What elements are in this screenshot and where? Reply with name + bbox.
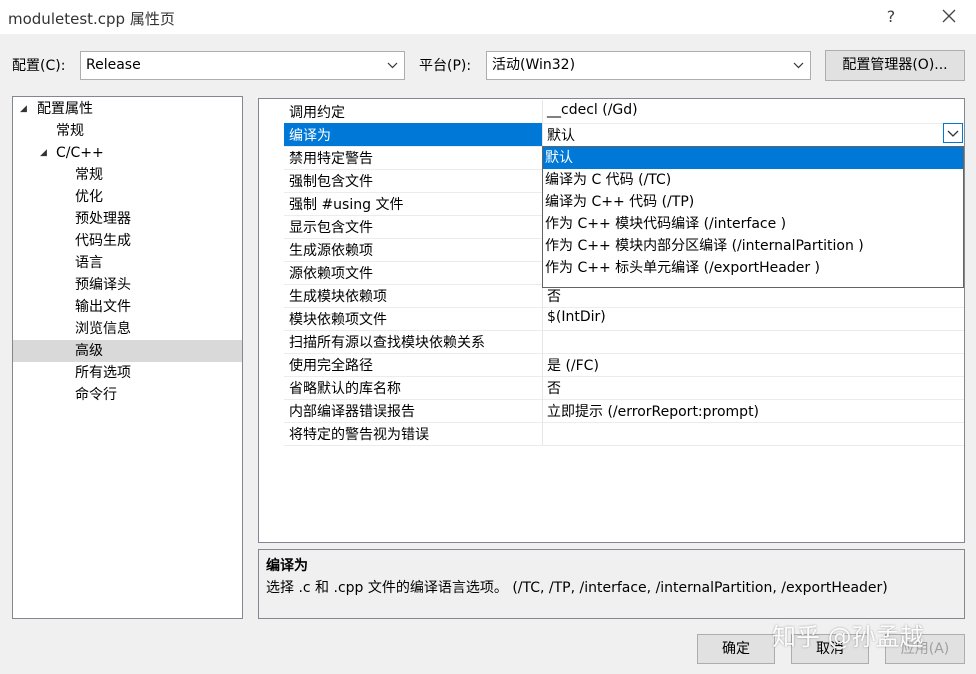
column-divider: [542, 422, 543, 445]
window-title: moduletest.cpp 属性页: [8, 10, 175, 28]
property-name: 生成模块依赖项: [289, 289, 387, 305]
column-divider: [542, 330, 543, 353]
grid-row[interactable]: 使用完全路径 是 (/FC): [284, 353, 964, 376]
dropdown-option-c[interactable]: 编译为 C 代码 (/TC): [543, 169, 963, 191]
tree-item-command-line[interactable]: 命令行: [75, 384, 117, 406]
column-divider: [542, 123, 543, 146]
dropdown-option-default[interactable]: 默认: [543, 147, 963, 169]
help-button[interactable]: ?: [878, 5, 904, 29]
column-divider: [542, 100, 543, 123]
column-divider: [542, 399, 543, 422]
property-name: 显示包含文件: [289, 220, 373, 236]
grid-row[interactable]: 调用约定 __cdecl (/Gd): [284, 100, 964, 123]
grid-row[interactable]: 模块依赖项文件 $(IntDir): [284, 307, 964, 330]
config-label: 配置(C):: [12, 58, 66, 74]
dropdown-option-export-header[interactable]: 作为 C++ 标头单元编译 (/exportHeader ): [543, 257, 963, 279]
property-name: 模块依赖项文件: [289, 312, 387, 328]
compile-as-dropdown-button[interactable]: [943, 123, 963, 143]
tree-item-output-files[interactable]: 输出文件: [75, 296, 131, 318]
tree-item-code-generation[interactable]: 代码生成: [75, 230, 131, 252]
chevron-down-icon: [387, 62, 398, 69]
tree-item-all-options[interactable]: 所有选项: [75, 362, 131, 384]
dropdown-option-interface[interactable]: 作为 C++ 模块代码编译 (/interface ): [543, 213, 963, 235]
tree-item-general[interactable]: 常规: [56, 120, 84, 142]
expand-triangle-icon[interactable]: ◢: [40, 148, 47, 158]
tree-item-cpp-general[interactable]: 常规: [75, 164, 103, 186]
config-select[interactable]: Release: [80, 51, 405, 80]
property-name: 源依赖项文件: [289, 266, 373, 282]
platform-select-value: 活动(Win32): [492, 57, 576, 73]
dropdown-option-internal-partition[interactable]: 作为 C++ 模块内部分区编译 (/internalPartition ): [543, 235, 963, 257]
grid-row[interactable]: 将特定的警告视为错误: [284, 422, 964, 445]
property-value[interactable]: 否: [547, 378, 561, 398]
property-name: 强制包含文件: [289, 174, 373, 190]
config-select-value: Release: [86, 57, 141, 73]
chevron-down-icon: [793, 62, 804, 69]
row-divider: [284, 445, 964, 446]
expand-triangle-icon[interactable]: ◢: [20, 104, 27, 114]
tree-item-preprocessor[interactable]: 预处理器: [75, 208, 131, 230]
property-value[interactable]: __cdecl (/Gd): [547, 102, 638, 118]
compile-as-dropdown-list[interactable]: 默认 编译为 C 代码 (/TC) 编译为 C++ 代码 (/TP) 作为 C+…: [542, 146, 964, 288]
column-divider: [542, 353, 543, 376]
property-value[interactable]: 默认: [547, 125, 575, 145]
property-name: 内部编译器错误报告: [289, 404, 415, 420]
property-value[interactable]: 否: [547, 286, 561, 306]
property-name: 禁用特定警告: [289, 151, 373, 167]
property-value[interactable]: 是 (/FC): [547, 355, 599, 375]
description-title: 编译为: [266, 558, 308, 574]
chevron-down-icon: [947, 130, 959, 137]
dropdown-option-cpp[interactable]: 编译为 C++ 代码 (/TP): [543, 191, 963, 213]
tree-item-config-properties[interactable]: 配置属性: [37, 98, 93, 120]
property-name: 扫描所有源以查找模块依赖关系: [289, 335, 485, 351]
tree-item-language[interactable]: 语言: [75, 252, 103, 274]
column-divider: [542, 307, 543, 330]
property-name: 编译为: [289, 128, 331, 144]
property-name: 省略默认的库名称: [289, 381, 401, 397]
grid-row[interactable]: 省略默认的库名称 否: [284, 376, 964, 399]
grid-row[interactable]: 内部编译器错误报告 立即提示 (/errorReport:prompt): [284, 399, 964, 422]
platform-select[interactable]: 活动(Win32): [486, 51, 811, 80]
ok-button[interactable]: 确定: [697, 634, 775, 664]
tree-item-cpp[interactable]: C/C++: [56, 142, 104, 164]
grid-row-selected[interactable]: 编译为 默认: [284, 123, 964, 146]
close-icon: [942, 9, 956, 23]
property-value[interactable]: 立即提示 (/errorReport:prompt): [547, 401, 759, 421]
config-manager-button[interactable]: 配置管理器(O)...: [825, 50, 965, 81]
column-divider: [542, 376, 543, 399]
property-name: 调用约定: [289, 105, 345, 121]
tree-item-label: 高级: [75, 343, 103, 359]
watermark: 知乎 @孙孟越: [772, 623, 924, 651]
tree-item-browse-info[interactable]: 浏览信息: [75, 318, 131, 340]
platform-label: 平台(P):: [419, 58, 472, 74]
property-name: 强制 #using 文件: [289, 197, 404, 213]
property-name: 使用完全路径: [289, 358, 373, 374]
property-tree[interactable]: ◢ 配置属性 常规 ◢ C/C++ 常规 优化 预处理器 代码生成 语言 预编译…: [12, 96, 243, 619]
property-value[interactable]: $(IntDir): [547, 309, 606, 325]
description-text: 选择 .c 和 .cpp 文件的编译语言选项。 (/TC, /TP, /inte…: [266, 580, 888, 596]
property-name: 将特定的警告视为错误: [289, 427, 429, 443]
grid-row[interactable]: 扫描所有源以查找模块依赖关系: [284, 330, 964, 353]
tree-item-optimization[interactable]: 优化: [75, 186, 103, 208]
close-button[interactable]: [934, 4, 964, 30]
tree-item-advanced[interactable]: 高级: [13, 340, 242, 362]
tree-item-precompiled-headers[interactable]: 预编译头: [75, 274, 131, 296]
property-name: 生成源依赖项: [289, 243, 373, 259]
description-panel: 编译为 选择 .c 和 .cpp 文件的编译语言选项。 (/TC, /TP, /…: [258, 549, 965, 619]
